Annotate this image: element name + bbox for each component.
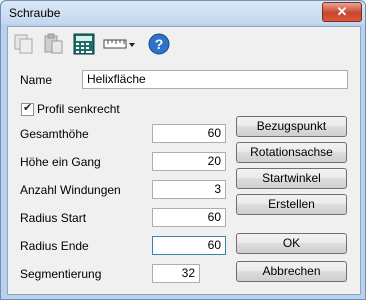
anzahl-windungen-label: Anzahl Windungen: [20, 183, 121, 197]
name-field[interactable]: Helixfläche: [82, 70, 348, 89]
radius-ende-label: Radius Ende: [20, 239, 89, 253]
gesamthoehe-label: Gesamthöhe: [20, 127, 89, 141]
bezugspunkt-button[interactable]: Bezugspunkt: [236, 116, 347, 137]
profil-senkrecht-checkbox[interactable]: ✔: [21, 102, 34, 116]
window-title: Schraube: [9, 6, 61, 20]
startwinkel-button[interactable]: Startwinkel: [236, 168, 347, 189]
radius-ende-field[interactable]: 60: [152, 236, 226, 255]
ruler-dropdown-icon[interactable]: [102, 32, 138, 56]
dialog-client: ? Name Helixfläche ✔ Profil senkrecht Ge…: [7, 26, 361, 295]
abbrechen-button[interactable]: Abbrechen: [236, 261, 347, 282]
radius-start-label: Radius Start: [20, 211, 87, 225]
segmentierung-field[interactable]: 32: [152, 264, 200, 283]
checkmark-icon: ✔: [23, 102, 33, 114]
hoehe-ein-gang-field[interactable]: 20: [152, 152, 226, 171]
close-icon: ✕: [336, 4, 348, 19]
gesamthoehe-field[interactable]: 60: [152, 124, 226, 143]
close-button[interactable]: ✕: [322, 2, 362, 22]
help-icon[interactable]: ?: [147, 32, 171, 56]
paste-icon[interactable]: [42, 32, 66, 56]
rotationsachse-button[interactable]: Rotationsachse: [236, 142, 347, 163]
ok-button[interactable]: OK: [236, 233, 347, 254]
erstellen-button[interactable]: Erstellen: [236, 194, 347, 215]
calculator-icon[interactable]: [72, 32, 96, 56]
profil-senkrecht-label: Profil senkrecht: [37, 102, 120, 116]
anzahl-windungen-field[interactable]: 3: [152, 180, 226, 199]
title-bar[interactable]: Schraube ✕: [1, 1, 365, 24]
name-label: Name: [20, 73, 53, 87]
copy-icon[interactable]: [12, 32, 36, 56]
dialog-window: Schraube ✕ ? Name Helixfläche ✔ Profil s…: [0, 0, 366, 300]
hoehe-ein-gang-label: Höhe ein Gang: [20, 155, 101, 169]
svg-text:?: ?: [155, 36, 164, 52]
radius-start-field[interactable]: 60: [152, 208, 226, 227]
segmentierung-label: Segmentierung: [20, 267, 102, 281]
